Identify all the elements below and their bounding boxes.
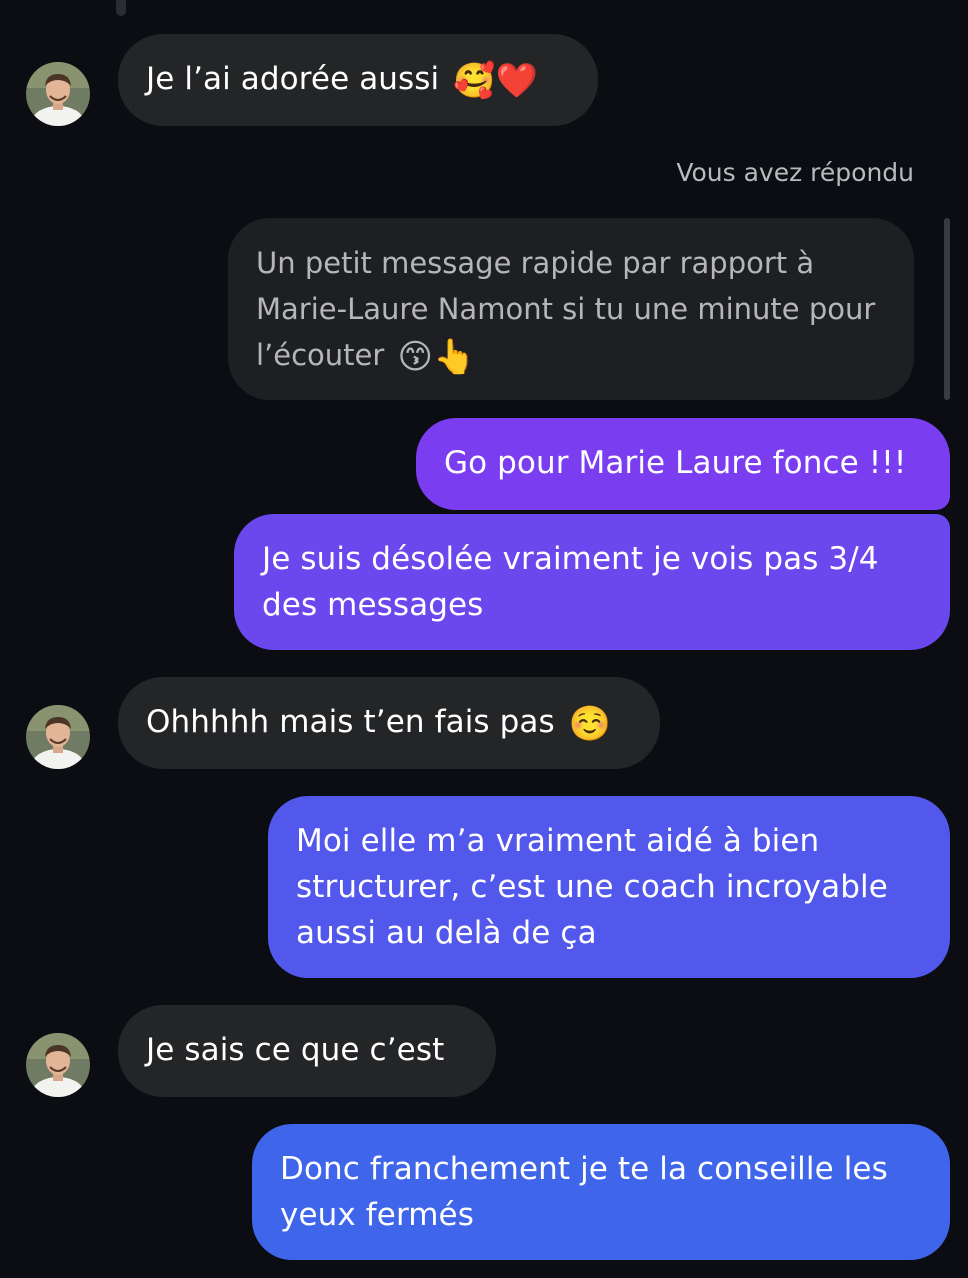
message-bubble-outgoing[interactable]: Go pour Marie Laure fonce !!! <box>416 418 950 510</box>
emoji-smiling-face: ☺️ <box>568 704 612 744</box>
message-bubble-incoming[interactable]: Je l’ai adorée aussi 🥰❤️ <box>118 34 598 126</box>
quoted-reply-message[interactable]: Un petit message rapide par rapport à Ma… <box>228 218 914 400</box>
scrollbar[interactable] <box>944 218 950 400</box>
contact-avatar[interactable] <box>26 1033 90 1097</box>
message-bubble-outgoing[interactable]: Moi elle m’a vraiment aidé à bien struct… <box>268 796 950 978</box>
contact-avatar[interactable] <box>26 705 90 769</box>
reply-label: Vous avez répondu <box>676 158 914 187</box>
message-text: Go pour Marie Laure fonce !!! <box>444 445 907 481</box>
avatar-icon <box>26 62 90 126</box>
emoji-smiling-hearts-red-heart: 🥰❤️ <box>453 61 539 101</box>
message-bubble-outgoing[interactable]: Donc franchement je te la conseille les … <box>252 1124 950 1260</box>
contact-avatar[interactable] <box>26 62 90 126</box>
avatar-icon <box>26 705 90 769</box>
message-text: Je l’ai adorée aussi <box>146 61 440 97</box>
message-bubble-outgoing[interactable]: Je suis désolée vraiment je vois pas 3/4… <box>234 514 950 650</box>
previous-bubble-edge <box>116 0 126 16</box>
message-bubble-incoming[interactable]: Ohhhhh mais t’en fais pas ☺️ <box>118 677 660 769</box>
avatar-icon <box>26 1033 90 1097</box>
quoted-message-text: Un petit message rapide par rapport à Ma… <box>256 246 876 372</box>
message-text: Moi elle m’a vraiment aidé à bien struct… <box>296 823 888 951</box>
message-text: Je suis désolée vraiment je vois pas 3/4… <box>262 541 879 623</box>
message-text: Je sais ce que c’est <box>146 1032 445 1068</box>
message-text: Donc franchement je te la conseille les … <box>280 1151 888 1233</box>
emoji-kissing-pointing-up: 😙👆 <box>397 337 476 377</box>
message-text: Ohhhhh mais t’en fais pas <box>146 704 555 740</box>
message-bubble-incoming[interactable]: Je sais ce que c’est <box>118 1005 496 1097</box>
